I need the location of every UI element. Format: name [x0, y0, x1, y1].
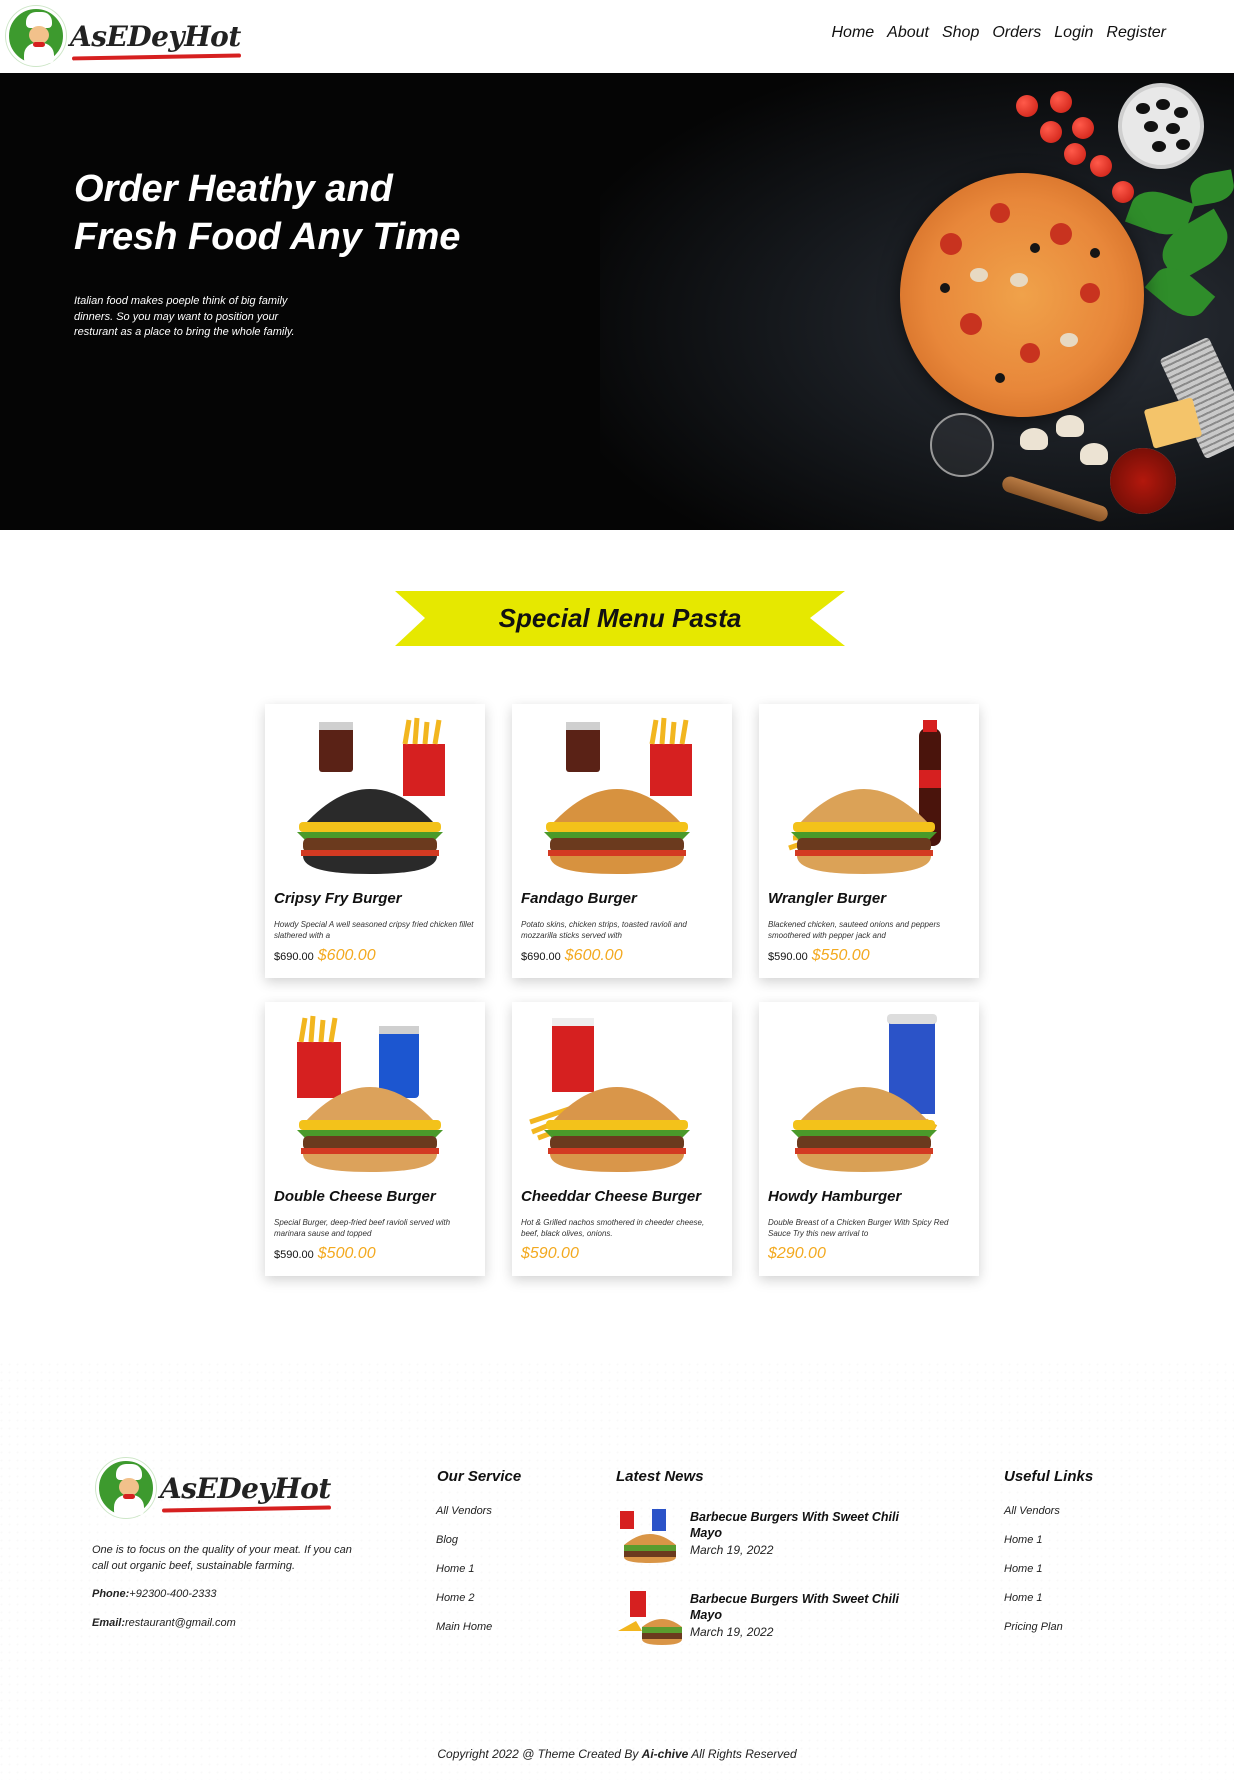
current-price: $290.00 [768, 1245, 826, 1262]
useful-links: All Vendors Home 1 Home 1 Home 1 Pricing… [1004, 1504, 1063, 1649]
menu-item-name[interactable]: Howdy Hamburger [768, 1188, 901, 1205]
news-title: Barbecue Burgers With Sweet Chili Mayo [690, 1592, 899, 1622]
menu-item-price: $590.00 $550.00 [768, 947, 870, 965]
section-title: Special Menu Pasta [498, 603, 742, 633]
hero-section: Order Heathy and Fresh Food Any Time Ita… [0, 73, 1234, 530]
menu-item-name[interactable]: Cripsy Fry Burger [274, 890, 402, 907]
logo-text: AsEDeyHot [70, 19, 241, 53]
nav-orders[interactable]: Orders [992, 24, 1041, 42]
service-link[interactable]: Main Home [436, 1620, 492, 1649]
nav-shop[interactable]: Shop [942, 24, 979, 42]
menu-item-price: $690.00 $600.00 [521, 947, 623, 965]
menu-card[interactable]: Howdy Hamburger Double Breast of a Chicke… [759, 1002, 979, 1276]
old-price: $690.00 [274, 951, 314, 963]
menu-grid: Cripsy Fry Burger Howdy Special A well se… [265, 704, 979, 1276]
menu-card[interactable]: Double Cheese Burger Special Burger, deep… [265, 1002, 485, 1276]
current-price: $600.00 [317, 947, 376, 964]
copyright-brand-link[interactable]: Ai-chive [642, 1747, 689, 1761]
menu-item-name[interactable]: Double Cheese Burger [274, 1188, 436, 1205]
nav-register[interactable]: Register [1106, 24, 1166, 42]
site-logo[interactable]: AsEDeyHot [6, 6, 241, 66]
burger-image-icon [297, 1015, 443, 1172]
menu-item-name[interactable]: Fandago Burger [521, 890, 637, 907]
useful-link[interactable]: Home 1 [1004, 1562, 1063, 1591]
footer-about: One is to focus on the quality of your m… [92, 1544, 352, 1572]
useful-link[interactable]: Home 1 [1004, 1533, 1063, 1562]
useful-link[interactable]: Pricing Plan [1004, 1620, 1063, 1649]
menu-item-price: $590.00 [521, 1245, 579, 1263]
menu-item-price: $690.00 $600.00 [274, 947, 376, 965]
menu-item-price: $590.00 $500.00 [274, 1245, 376, 1263]
service-link[interactable]: Home 1 [436, 1562, 492, 1591]
menu-item-name[interactable]: Cheeddar Cheese Burger [521, 1188, 701, 1205]
menu-item-price: $290.00 [768, 1245, 826, 1263]
nav-home[interactable]: Home [831, 24, 874, 42]
service-link[interactable]: Blog [436, 1533, 492, 1562]
news-date: March 19, 2022 [690, 1543, 774, 1557]
burger-image-icon [544, 717, 692, 874]
menu-card[interactable]: Cripsy Fry Burger Howdy Special A well se… [265, 704, 485, 978]
footer-logo-text: AsEDeyHot [160, 1471, 331, 1505]
chef-logo-icon [6, 6, 66, 66]
nav-login[interactable]: Login [1054, 24, 1093, 42]
news-title: Barbecue Burgers With Sweet Chili Mayo [690, 1510, 899, 1540]
menu-item-name[interactable]: Wrangler Burger [768, 890, 886, 907]
hero-description: Italian food makes poeple think of big f… [74, 295, 295, 338]
menu-item-description: Special Burger, deep-fried beef ravioli … [274, 1218, 451, 1238]
useful-links-title: Useful Links [1004, 1468, 1094, 1485]
menu-item-description: Blackened chicken, sauteed onions and pe… [768, 920, 941, 940]
old-price: $590.00 [768, 951, 808, 963]
burger-image-icon [297, 717, 445, 874]
menu-card[interactable]: Wrangler Burger Blackened chicken, sautee… [759, 704, 979, 978]
menu-item-description: Hot & Grilled nachos smothered in cheede… [521, 1218, 705, 1238]
burger-thumb-icon [618, 1591, 682, 1645]
chef-logo-icon [96, 1458, 156, 1518]
current-price: $500.00 [317, 1245, 376, 1262]
footer-phone: Phone:+92300-400-2333 [92, 1588, 217, 1600]
menu-card[interactable]: Fandago Burger Potato skins, chicken stri… [512, 704, 732, 978]
current-price: $600.00 [564, 947, 623, 964]
burger-image-icon [529, 1018, 690, 1172]
news-item[interactable]: Barbecue Burgers With Sweet Chili Mayo M… [616, 1505, 916, 1575]
our-service-title: Our Service [437, 1468, 522, 1485]
current-price: $550.00 [811, 947, 870, 964]
footer-email: Email:restaurant@gmail.com [92, 1617, 236, 1629]
old-price: $590.00 [274, 1249, 314, 1261]
main-nav: Home About Shop Orders Login Register [831, 24, 1166, 42]
burger-image-icon [791, 1014, 938, 1172]
old-price: $690.00 [521, 951, 561, 963]
copyright: Copyright 2022 @ Theme Created By Ai-chi… [437, 1747, 797, 1761]
burger-image-icon [788, 720, 941, 874]
site-header: AsEDeyHot Home About Shop Orders Login R… [0, 0, 1234, 73]
hero-title: Order Heathy and Fresh Food Any Time [74, 168, 461, 258]
section-banner: Special Menu Pasta [395, 591, 845, 646]
useful-link[interactable]: Home 1 [1004, 1591, 1063, 1620]
service-links: All Vendors Blog Home 1 Home 2 Main Home [436, 1504, 492, 1649]
useful-link[interactable]: All Vendors [1004, 1504, 1063, 1533]
menu-item-description: Double Breast of a Chicken Burger With S… [768, 1218, 949, 1238]
menu-item-description: Potato skins, chicken strips, toasted ra… [521, 920, 687, 940]
current-price: $590.00 [521, 1245, 579, 1262]
latest-news-title: Latest News [616, 1468, 704, 1485]
footer-logo[interactable]: AsEDeyHot [96, 1458, 331, 1518]
news-item[interactable]: Barbecue Burgers With Sweet Chili Mayo M… [616, 1587, 916, 1657]
burger-thumb-icon [620, 1509, 676, 1563]
news-date: March 19, 2022 [690, 1625, 774, 1639]
service-link[interactable]: All Vendors [436, 1504, 492, 1533]
nav-about[interactable]: About [887, 24, 929, 42]
menu-item-description: Howdy Special A well seasoned cripsy fri… [274, 920, 474, 940]
menu-card[interactable]: Cheeddar Cheese Burger Hot & Grilled nach… [512, 1002, 732, 1276]
service-link[interactable]: Home 2 [436, 1591, 492, 1620]
